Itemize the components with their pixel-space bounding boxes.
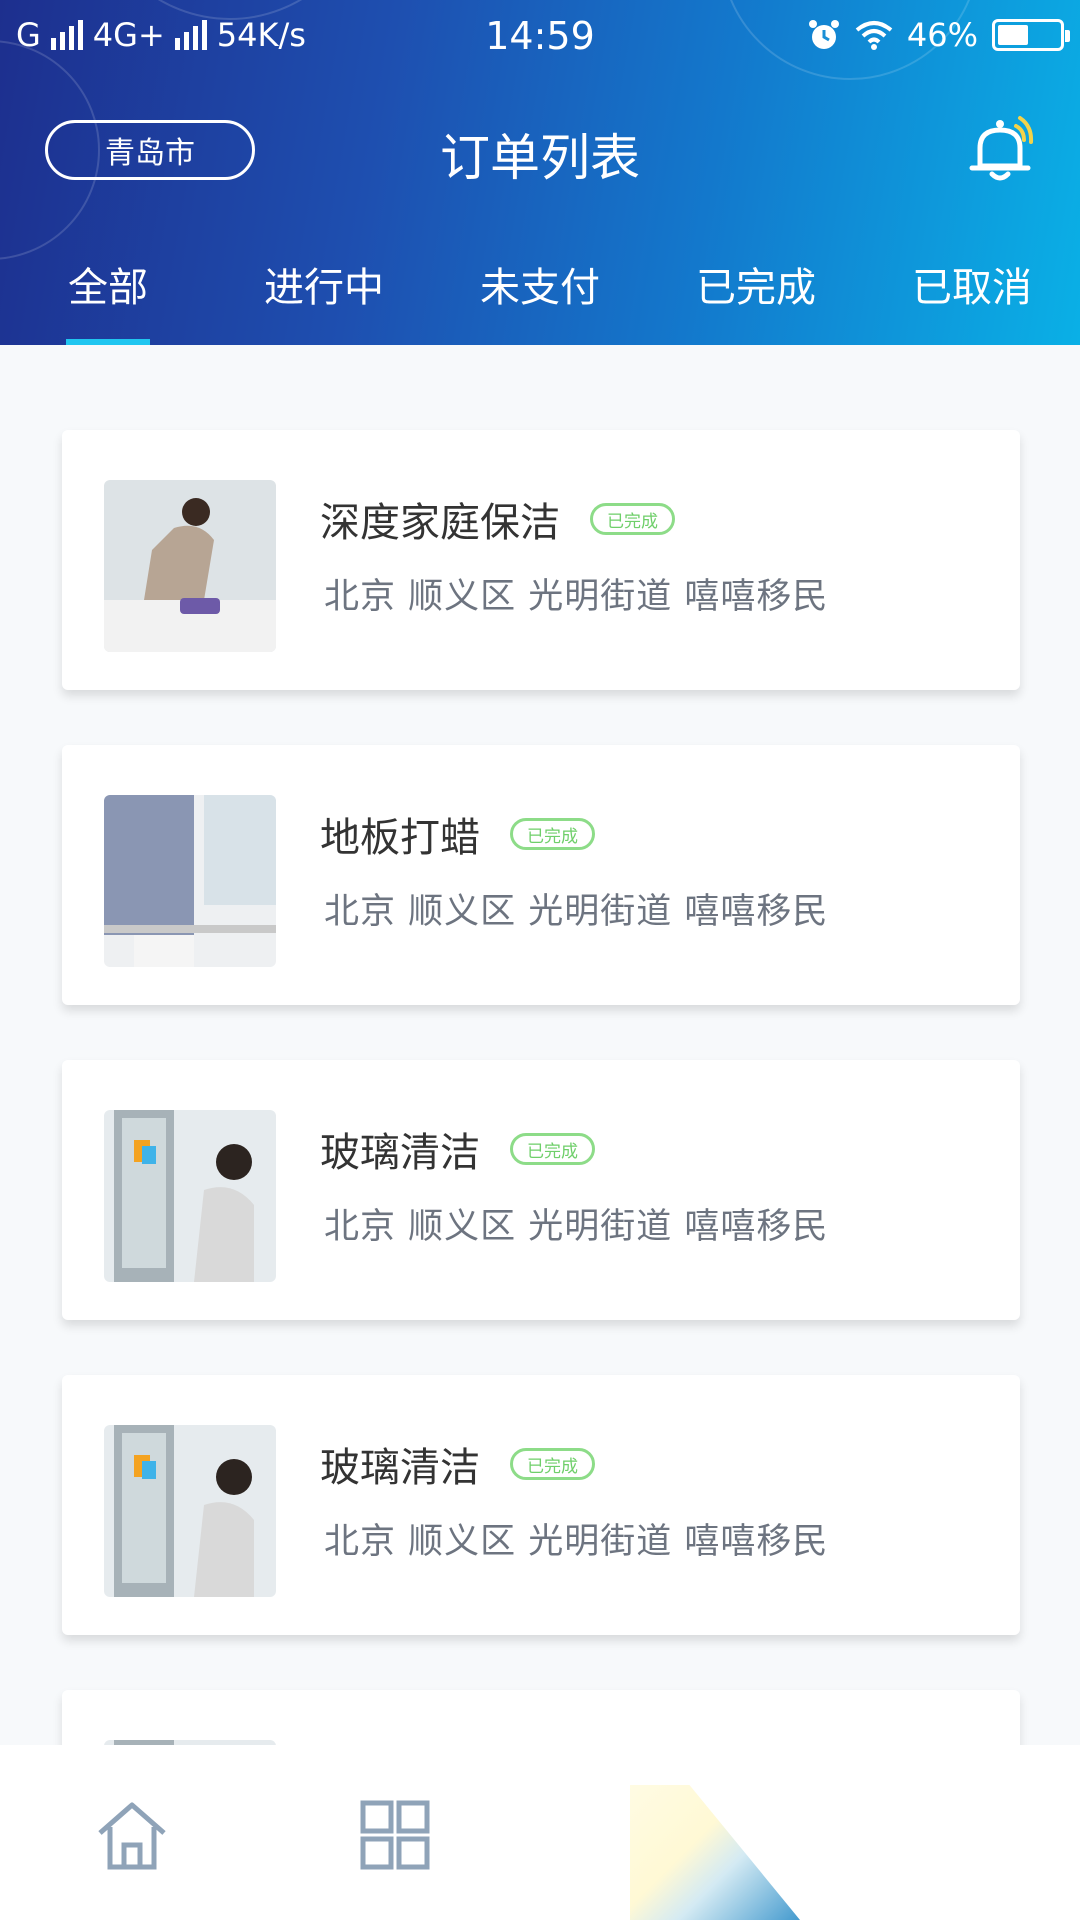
order-address: 北京 顺义区 光明街道 嘻嘻移民	[324, 1207, 829, 1247]
tab-in-progress[interactable]: 进行中	[216, 245, 432, 345]
status-badge: 已完成	[510, 1448, 595, 1480]
order-card[interactable]: 玻璃清洁 已完成 北京 顺义区 光明街道 嘻嘻移民	[62, 1375, 1020, 1635]
page-curl-decoration	[630, 1785, 800, 1920]
battery-icon	[992, 19, 1070, 51]
alarm-icon	[808, 20, 839, 49]
home-icon[interactable]	[92, 1795, 172, 1875]
bottom-navigation	[0, 1745, 1080, 1920]
wifi-icon	[855, 21, 893, 50]
order-card[interactable]: 玻璃清洁 已完成 北京 顺义区 光明街道 嘻嘻移民	[62, 1060, 1020, 1320]
tab-all[interactable]: 全部	[0, 245, 216, 345]
status-badge: 已完成	[510, 1133, 595, 1165]
tab-unpaid[interactable]: 未支付	[432, 245, 648, 345]
order-address: 北京 顺义区 光明街道 嘻嘻移民	[324, 577, 829, 617]
service-image	[104, 480, 276, 652]
app-header: G 4G+ 54K/s 14:59 46% 青岛市 订单列表 全部 进行中 未支…	[0, 0, 1080, 345]
service-image	[104, 1425, 276, 1597]
order-title: 玻璃清洁	[320, 1445, 480, 1491]
order-title: 深度家庭保洁	[320, 500, 560, 546]
status-badge: 已完成	[590, 503, 675, 535]
page-title: 订单列表	[440, 129, 640, 187]
grid-icon[interactable]	[355, 1795, 435, 1875]
order-title: 地板打蜡	[320, 815, 480, 861]
service-image	[104, 1110, 276, 1282]
order-address: 北京 顺义区 光明街道 嘻嘻移民	[324, 1522, 829, 1562]
battery-percent: 46%	[906, 16, 978, 54]
order-list: 深度家庭保洁 已完成 北京 顺义区 光明街道 嘻嘻移民 地板打蜡 已完成 北京 …	[0, 345, 1080, 1745]
status-badge: 已完成	[510, 818, 595, 850]
order-title: 玻璃清洁	[320, 1130, 480, 1176]
tab-cancelled[interactable]: 已取消	[864, 245, 1080, 345]
status-bar: G 4G+ 54K/s 14:59 46%	[0, 0, 1080, 80]
order-status-tabs: 全部 进行中 未支付 已完成 已取消	[0, 245, 1080, 345]
order-card[interactable]: 深度家庭保洁 已完成 北京 顺义区 光明街道 嘻嘻移民	[62, 430, 1020, 690]
order-card[interactable]: 地板打蜡 已完成 北京 顺义区 光明街道 嘻嘻移民	[62, 745, 1020, 1005]
tab-completed[interactable]: 已完成	[648, 245, 864, 345]
order-card-partial[interactable]	[62, 1690, 1020, 1745]
order-address: 北京 顺义区 光明街道 嘻嘻移民	[324, 892, 829, 932]
service-image	[104, 795, 276, 967]
bell-icon[interactable]	[960, 110, 1040, 190]
